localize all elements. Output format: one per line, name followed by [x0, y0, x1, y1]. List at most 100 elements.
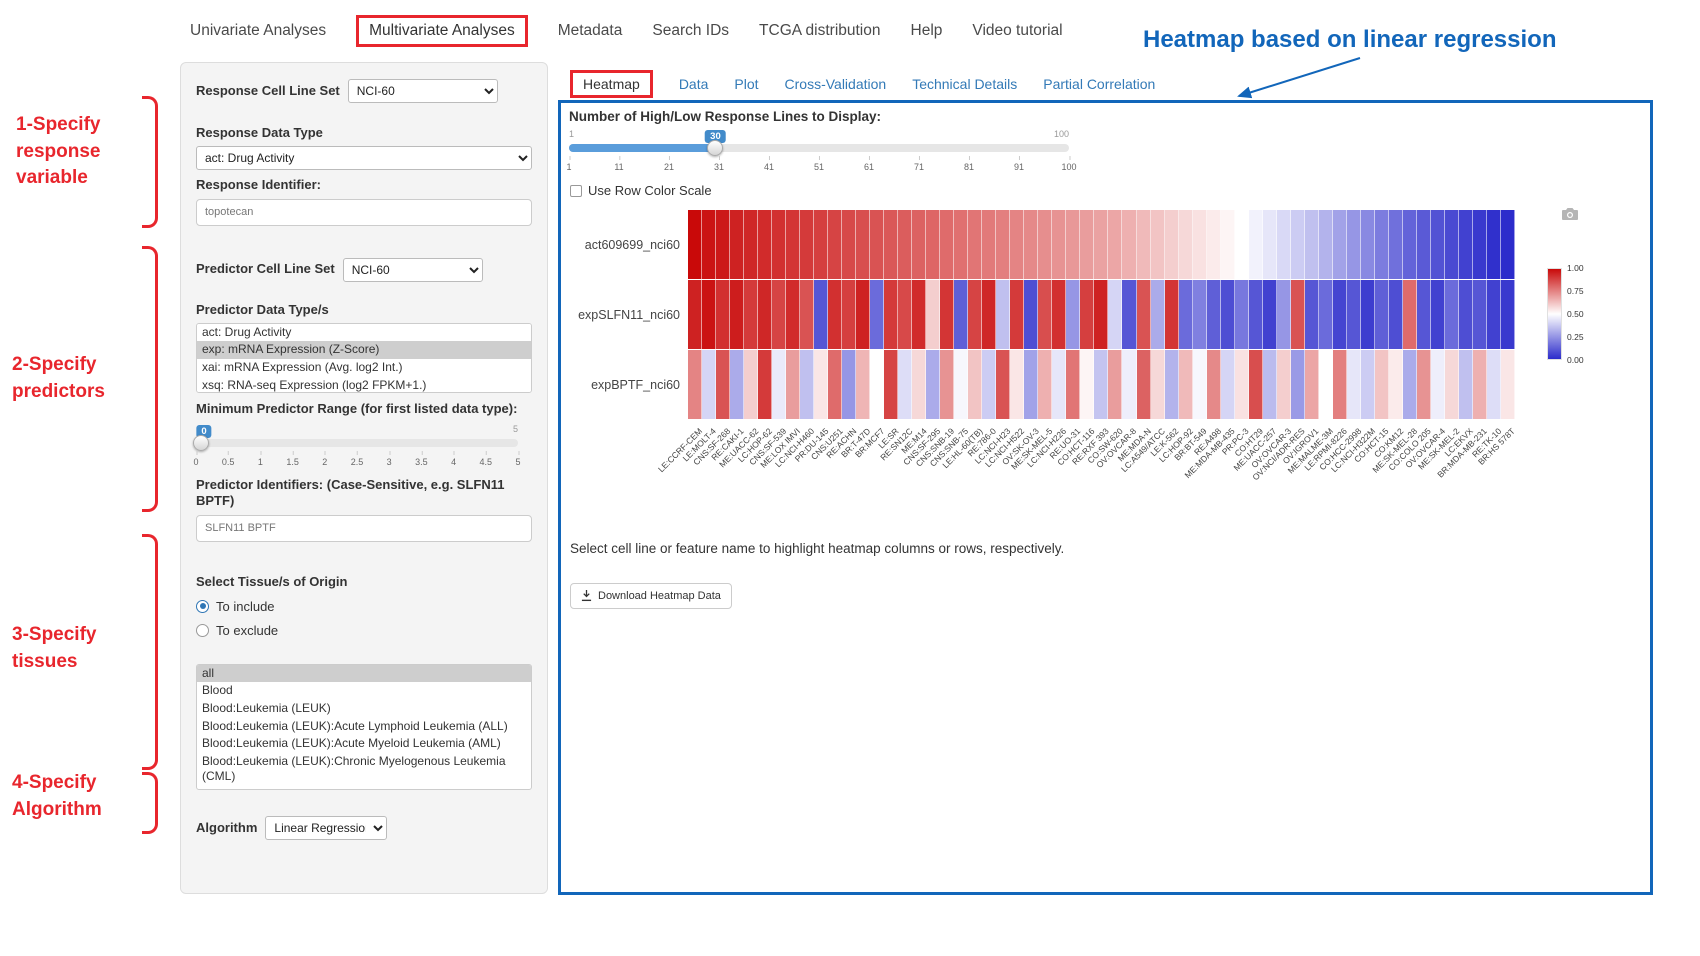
heatmap-cell[interactable] [1459, 210, 1473, 279]
heatmap-cell[interactable] [926, 210, 940, 279]
heatmap-cell[interactable] [1193, 350, 1207, 419]
heatmap-cell[interactable] [786, 280, 800, 349]
heatmap-cell[interactable] [1108, 280, 1122, 349]
heatmap-cell[interactable] [1108, 350, 1122, 419]
heatmap-cell[interactable] [1361, 210, 1375, 279]
heatmap-cell[interactable] [1207, 210, 1221, 279]
heatmap-cell[interactable] [800, 280, 814, 349]
algorithm-select[interactable]: Linear Regression [265, 816, 387, 840]
nav-item-help[interactable]: Help [911, 22, 943, 40]
heatmap-cell[interactable] [870, 280, 884, 349]
heatmap-cell[interactable] [1249, 210, 1263, 279]
response-lines-slider[interactable]: 1 100 30 1112131415161718191100 [569, 127, 1069, 174]
nav-item-univariate-analyses[interactable]: Univariate Analyses [190, 22, 326, 40]
heatmap-cell[interactable] [898, 210, 912, 279]
heatmap-cell[interactable] [1403, 350, 1417, 419]
heatmap-cell[interactable] [1291, 350, 1305, 419]
heatmap-cell[interactable] [1487, 210, 1501, 279]
heatmap-cell[interactable] [1347, 210, 1361, 279]
heatmap-cell[interactable] [828, 210, 842, 279]
heatmap-cell[interactable] [1277, 280, 1291, 349]
heatmap-cell[interactable] [1417, 280, 1431, 349]
tissue-include-radio[interactable] [196, 600, 209, 613]
response-lines-handle[interactable] [707, 140, 723, 156]
tab-partial-correlation[interactable]: Partial Correlation [1043, 76, 1155, 92]
heatmap-cell[interactable] [716, 210, 730, 279]
heatmap-cell[interactable] [1010, 350, 1024, 419]
row-color-scale-option[interactable]: Use Row Color Scale [570, 183, 712, 198]
heatmap-cell[interactable] [1235, 280, 1249, 349]
heatmap-cell[interactable] [996, 350, 1010, 419]
heatmap-cell[interactable] [1347, 280, 1361, 349]
heatmap-cell[interactable] [800, 350, 814, 419]
heatmap-cell[interactable] [1361, 280, 1375, 349]
heatmap-cell[interactable] [702, 350, 716, 419]
heatmap-cell[interactable] [1319, 210, 1333, 279]
heatmap-cell[interactable] [912, 210, 926, 279]
tissue-option-blood-leukemia-leuk-chronic-myelogenous-leukemia-cml[interactable]: Blood:Leukemia (LEUK):Chronic Myelogenou… [197, 753, 531, 786]
heatmap-cell[interactable] [1431, 210, 1445, 279]
heatmap-cell[interactable] [1487, 350, 1501, 419]
heatmap-cell[interactable] [772, 280, 786, 349]
heatmap-cell[interactable] [688, 210, 702, 279]
heatmap-cell[interactable] [1024, 280, 1038, 349]
heatmap-cell[interactable] [1010, 280, 1024, 349]
heatmap-cell[interactable] [758, 280, 772, 349]
heatmap-cell[interactable] [912, 280, 926, 349]
heatmap-cell[interactable] [1487, 280, 1501, 349]
heatmap-cell[interactable] [1038, 280, 1052, 349]
tissue-option-blood-leukemia-leuk[interactable]: Blood:Leukemia (LEUK) [197, 700, 531, 718]
tab-data[interactable]: Data [679, 76, 709, 92]
heatmap-cell[interactable] [1389, 280, 1403, 349]
heatmap-cell[interactable] [842, 210, 856, 279]
heatmap-cell[interactable] [1263, 350, 1277, 419]
heatmap-cell[interactable] [688, 350, 702, 419]
heatmap-cell[interactable] [1080, 280, 1094, 349]
heatmap-cell[interactable] [1221, 280, 1235, 349]
heatmap-cell[interactable] [856, 280, 870, 349]
nav-item-metadata[interactable]: Metadata [558, 22, 623, 40]
tissue-option-blood-leukemia-leuk-acute-myeloid-leukemia-aml[interactable]: Blood:Leukemia (LEUK):Acute Myeloid Leuk… [197, 735, 531, 753]
heatmap-cell[interactable] [1305, 280, 1319, 349]
heatmap-cell[interactable] [730, 210, 744, 279]
heatmap-cell[interactable] [702, 280, 716, 349]
heatmap-cell[interactable] [1319, 280, 1333, 349]
heatmap-cell[interactable] [1277, 350, 1291, 419]
tissue-exclude-radio[interactable] [196, 624, 209, 637]
heatmap-cell[interactable] [786, 210, 800, 279]
predictor-data-type-option-xsq-rna-seq-expression-log2-fpkm-1[interactable]: xsq: RNA-seq Expression (log2 FPKM+1.) [197, 377, 531, 393]
heatmap-cell[interactable] [940, 350, 954, 419]
heatmap-cell[interactable] [1375, 280, 1389, 349]
heatmap-cell[interactable] [744, 210, 758, 279]
heatmap-cell[interactable] [1291, 210, 1305, 279]
heatmap-cell[interactable] [1445, 210, 1459, 279]
heatmap-cell[interactable] [1221, 210, 1235, 279]
heatmap-row-label-expslfn11-nci60[interactable]: expSLFN11_nci60 [576, 280, 688, 350]
heatmap-cell[interactable] [1179, 280, 1193, 349]
heatmap-cell[interactable] [1235, 350, 1249, 419]
tab-cross-validation[interactable]: Cross-Validation [785, 76, 887, 92]
heatmap-cell[interactable] [1165, 210, 1179, 279]
heatmap-cell[interactable] [1501, 280, 1515, 349]
heatmap-cell[interactable] [702, 210, 716, 279]
heatmap-cell[interactable] [716, 350, 730, 419]
heatmap-cell[interactable] [1235, 210, 1249, 279]
heatmap-cell[interactable] [1094, 350, 1108, 419]
tab-heatmap[interactable]: Heatmap [570, 70, 653, 98]
heatmap-cell[interactable] [1333, 210, 1347, 279]
heatmap-cell[interactable] [996, 210, 1010, 279]
heatmap-cell[interactable] [1137, 350, 1151, 419]
predictor-cell-line-set-select[interactable]: NCI-60 [343, 258, 483, 282]
heatmap-cell[interactable] [1066, 210, 1080, 279]
heatmap-cell[interactable] [870, 350, 884, 419]
heatmap-cell[interactable] [1417, 350, 1431, 419]
heatmap-cell[interactable] [758, 350, 772, 419]
heatmap-cell[interactable] [884, 350, 898, 419]
heatmap-cell[interactable] [898, 280, 912, 349]
heatmap-cell[interactable] [1010, 210, 1024, 279]
heatmap-cell[interactable] [1052, 210, 1066, 279]
heatmap-cell[interactable] [758, 210, 772, 279]
heatmap-cell[interactable] [1361, 350, 1375, 419]
heatmap-cell[interactable] [1122, 210, 1136, 279]
heatmap-cell[interactable] [1403, 210, 1417, 279]
